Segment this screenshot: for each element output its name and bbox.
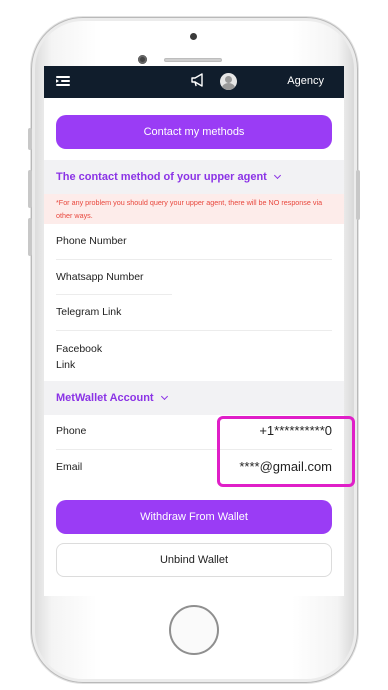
unbind-wallet-button[interactable]: Unbind Wallet — [56, 543, 332, 577]
upper-agent-section-header[interactable]: The contact method of your upper agent — [44, 160, 344, 194]
menu-icon[interactable] — [56, 75, 70, 88]
phone-home-button[interactable] — [169, 605, 219, 655]
notice-text: *For any problem you should query your u… — [44, 194, 344, 224]
chevron-down-icon — [273, 171, 281, 180]
withdraw-from-wallet-button[interactable]: Withdraw From Wallet — [56, 500, 332, 534]
app-screen: Agency Contact my methods The contact me… — [44, 66, 344, 596]
phone-front-camera — [138, 55, 147, 64]
whatsapp-number-field[interactable]: Whatsapp Number — [56, 271, 332, 283]
metwallet-section-header[interactable]: MetWallet Account — [44, 381, 344, 415]
telegram-link-field[interactable]: Telegram Link — [56, 306, 332, 318]
divider — [56, 294, 172, 295]
phone-volume-up — [28, 170, 32, 208]
facebook-link-field[interactable]: Facebook Link — [56, 341, 108, 373]
agency-link[interactable]: Agency — [287, 75, 324, 87]
upper-agent-title: The contact method of your upper agent — [56, 171, 267, 183]
user-avatar-icon[interactable] — [220, 73, 237, 90]
top-bar: Agency — [44, 66, 344, 98]
chevron-down-icon — [160, 392, 168, 401]
contact-my-methods-button[interactable]: Contact my methods — [56, 115, 332, 149]
phone-power-button — [356, 170, 360, 220]
megaphone-icon[interactable] — [190, 72, 206, 88]
divider — [56, 259, 332, 260]
highlight-annotation-box — [217, 416, 355, 487]
phone-number-field[interactable]: Phone Number — [56, 235, 332, 247]
phone-volume-down — [28, 218, 32, 256]
phone-earpiece — [164, 58, 222, 62]
metwallet-title: MetWallet Account — [56, 392, 154, 404]
phone-mute-switch — [28, 128, 32, 150]
divider — [56, 330, 332, 331]
phone-sensor-dot — [190, 33, 197, 40]
